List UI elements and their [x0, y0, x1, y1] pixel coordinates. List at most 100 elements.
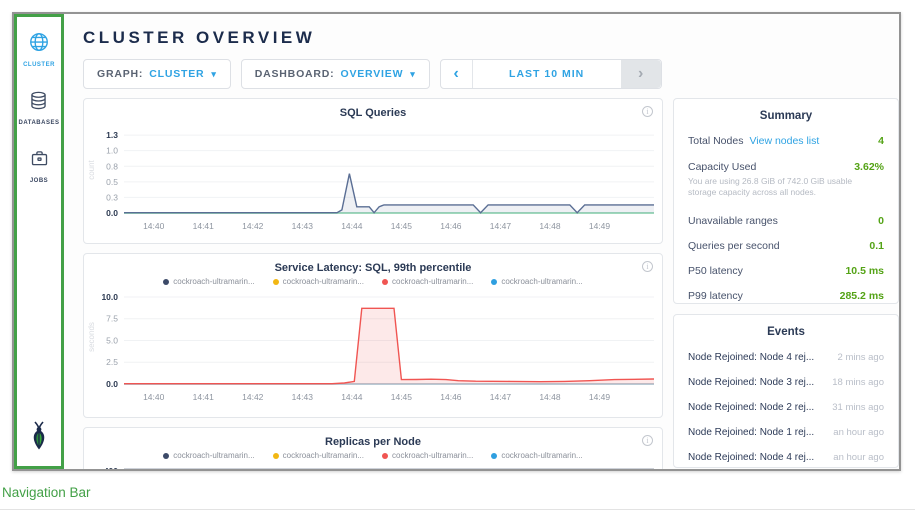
svg-text:14:49: 14:49 [589, 392, 611, 402]
event-label: Node Rejoined: Node 2 rej... [688, 402, 814, 413]
summary-title: Summary [688, 110, 884, 122]
svg-text:14:41: 14:41 [193, 221, 215, 231]
dashboard-dropdown-label: DASHBOARD: [255, 68, 335, 80]
legend-label: cockroach-ultramarin... [392, 277, 473, 286]
event-row[interactable]: Node Rejoined: Node 4 rej... an hour ago [688, 452, 884, 463]
chart-title: SQL Queries [84, 107, 662, 119]
events-title: Events [688, 326, 884, 338]
app-window: CLUSTER DATABASES JOBS [12, 12, 901, 471]
legend-item[interactable]: cockroach-ultramarin... [273, 451, 364, 460]
event-row[interactable]: Node Rejoined: Node 4 rej... 2 mins ago [688, 352, 884, 363]
chart-legend: cockroach-ultramarin... cockroach-ultrama… [84, 277, 662, 286]
sql-queries-chart-card: SQL Queries i 0.00.30.50.81.01.314:4014:… [83, 98, 663, 244]
event-row[interactable]: Node Rejoined: Node 3 rej... 18 mins ago [688, 377, 884, 388]
p50-latency-label: P50 latency [688, 265, 743, 277]
legend-item[interactable]: cockroach-ultramarin... [382, 277, 473, 286]
cluster-globe-icon [28, 31, 50, 58]
svg-text:14:48: 14:48 [539, 221, 561, 231]
event-label: Node Rejoined: Node 4 rej... [688, 352, 814, 363]
info-icon[interactable]: i [642, 261, 653, 272]
summary-row-p50: P50 latency 10.5 ms [688, 265, 884, 277]
legend-dot-icon [491, 453, 497, 459]
summary-row-p99: P99 latency 285.2 ms [688, 290, 884, 302]
svg-text:14:40: 14:40 [143, 392, 165, 402]
cockroach-logo[interactable] [26, 421, 52, 456]
svg-text:14:43: 14:43 [292, 392, 314, 402]
svg-text:14:43: 14:43 [292, 221, 314, 231]
svg-text:seconds: seconds [87, 322, 96, 352]
view-nodes-list-link[interactable]: View nodes list [749, 135, 819, 147]
legend-item[interactable]: cockroach-ultramarin... [382, 451, 473, 460]
svg-text:7.5: 7.5 [106, 314, 118, 324]
time-next-button[interactable]: › [621, 60, 661, 88]
legend-dot-icon [382, 279, 388, 285]
events-panel: Events Node Rejoined: Node 4 rej... 2 mi… [673, 314, 899, 468]
chevron-down-icon: ▾ [410, 69, 415, 80]
svg-text:14:47: 14:47 [490, 221, 512, 231]
summary-row-unavailable: Unavailable ranges 0 [688, 215, 884, 227]
svg-text:1.0: 1.0 [106, 146, 118, 156]
dashboard-dropdown-value: OVERVIEW [340, 68, 403, 80]
legend-dot-icon [273, 279, 279, 285]
p99-latency-label: P99 latency [688, 290, 743, 302]
legend-item[interactable]: cockroach-ultramarin... [491, 277, 582, 286]
sql-queries-chart: 0.00.30.50.81.01.314:4014:4114:4214:4314… [84, 119, 662, 237]
info-icon[interactable]: i [642, 435, 653, 446]
legend-label: cockroach-ultramarin... [283, 451, 364, 460]
svg-text:14:41: 14:41 [193, 392, 215, 402]
svg-text:14:42: 14:42 [242, 221, 264, 231]
summary-row-capacity: Capacity Used 3.62% [688, 161, 884, 173]
legend-item[interactable]: cockroach-ultramarin... [163, 451, 254, 460]
page-title: CLUSTER OVERVIEW [83, 28, 899, 48]
legend-dot-icon [491, 279, 497, 285]
legend-label: cockroach-ultramarin... [173, 451, 254, 460]
legend-item[interactable]: cockroach-ultramarin... [491, 451, 582, 460]
dashboard-dropdown[interactable]: DASHBOARD: OVERVIEW ▾ [241, 59, 430, 89]
total-nodes-label: Total Nodes [688, 135, 743, 147]
graph-dropdown[interactable]: GRAPH: CLUSTER ▾ [83, 59, 231, 89]
svg-text:0.0: 0.0 [106, 379, 118, 389]
service-latency-chart: 0.02.55.07.510.014:4014:4114:4214:4314:4… [84, 286, 662, 408]
divider [0, 509, 915, 510]
svg-text:0.8: 0.8 [106, 161, 118, 171]
svg-text:14:45: 14:45 [391, 221, 413, 231]
svg-text:14:44: 14:44 [341, 221, 363, 231]
summary-row-total-nodes: Total Nodes View nodes list 4 [688, 135, 884, 147]
p99-latency-value: 285.2 ms [840, 290, 884, 302]
sidebar-item-cluster[interactable]: CLUSTER [23, 31, 55, 68]
svg-text:5.0: 5.0 [106, 335, 118, 345]
unavailable-ranges-value: 0 [878, 215, 884, 227]
svg-text:14:45: 14:45 [391, 392, 413, 402]
replicas-per-node-chart: 400 [84, 460, 662, 471]
svg-text:0.3: 0.3 [106, 192, 118, 202]
chart-title: Service Latency: SQL, 99th percentile [84, 262, 662, 274]
event-row[interactable]: Node Rejoined: Node 1 rej... an hour ago [688, 427, 884, 438]
event-row[interactable]: Node Rejoined: Node 2 rej... 31 mins ago [688, 402, 884, 413]
chart-legend: cockroach-ultramarin... cockroach-ultrama… [84, 451, 662, 460]
svg-text:400: 400 [104, 466, 118, 471]
legend-label: cockroach-ultramarin... [392, 451, 473, 460]
legend-item[interactable]: cockroach-ultramarin... [273, 277, 364, 286]
main-content: CLUSTER OVERVIEW GRAPH: CLUSTER ▾ DASHBO… [64, 14, 899, 469]
legend-item[interactable]: cockroach-ultramarin... [163, 277, 254, 286]
info-icon[interactable]: i [642, 106, 653, 117]
sidebar-item-jobs[interactable]: JOBS [29, 148, 50, 184]
time-prev-button[interactable]: ‹ [441, 60, 473, 88]
time-window-label[interactable]: LAST 10 MIN [473, 60, 621, 88]
capacity-used-label: Capacity Used [688, 161, 756, 173]
sidebar-item-label: CLUSTER [23, 62, 55, 68]
event-time: an hour ago [833, 452, 884, 463]
replicas-per-node-chart-card: Replicas per Node i cockroach-ultramarin… [83, 427, 663, 471]
queries-per-second-label: Queries per second [688, 240, 780, 252]
databases-icon [28, 90, 49, 116]
svg-text:14:42: 14:42 [242, 392, 264, 402]
sidebar-item-databases[interactable]: DATABASES [19, 90, 60, 126]
capacity-used-value: 3.62% [854, 161, 884, 173]
legend-label: cockroach-ultramarin... [283, 277, 364, 286]
time-window-selector: ‹ LAST 10 MIN › [440, 59, 662, 89]
sidebar-item-label: JOBS [30, 178, 48, 184]
svg-text:14:48: 14:48 [539, 392, 561, 402]
summary-panel: Summary Total Nodes View nodes list 4 Ca… [673, 98, 899, 304]
right-column: Summary Total Nodes View nodes list 4 Ca… [673, 98, 899, 471]
event-time: 2 mins ago [838, 352, 884, 363]
